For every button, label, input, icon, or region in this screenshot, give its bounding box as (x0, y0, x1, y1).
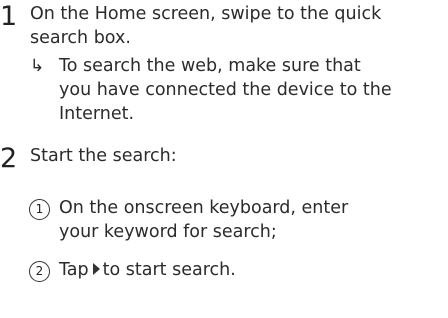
substep-text-line: On the onscreen keyboard, enter (59, 198, 349, 218)
note-text-line: Internet. (59, 104, 135, 124)
step-text-line: Start the search: (30, 146, 177, 166)
substep-text-after-icon: to start search. (102, 260, 236, 280)
step-text-line: search box. (30, 28, 131, 48)
note-text-line: you have connected the device to the (59, 80, 392, 100)
substep-text-line: your keyword for search; (59, 222, 277, 242)
circled-number-marker: 1 (29, 199, 50, 220)
play-icon (92, 263, 100, 275)
step-number: 1 (0, 1, 18, 32)
note-text-line: To search the web, make sure that (59, 56, 361, 76)
substep-text-line: Tap to start search. (59, 258, 236, 282)
step-text-line: On the Home screen, swipe to the quick (30, 4, 382, 24)
arrow-return-icon: ↳ (30, 56, 45, 76)
substep-text-before-icon: Tap (59, 260, 89, 280)
step-number: 2 (0, 143, 18, 174)
circled-number-marker: 2 (29, 261, 50, 282)
